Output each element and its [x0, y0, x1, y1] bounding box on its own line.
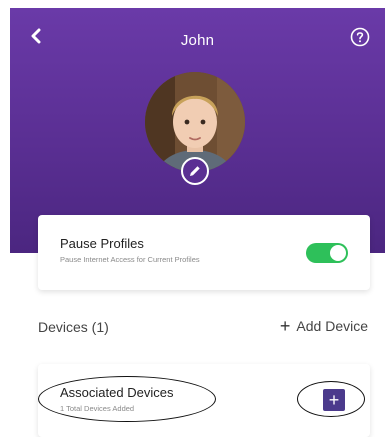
devices-heading: Devices (1) [38, 319, 109, 335]
question-circle-icon [350, 27, 370, 47]
associated-devices-card[interactable]: Associated Devices 1 Total Devices Added… [38, 364, 370, 437]
add-device-label: Add Device [296, 318, 368, 334]
pause-profiles-title: Pause Profiles [60, 236, 144, 251]
plus-icon: + [279, 316, 291, 336]
add-device-button[interactable]: + Add Device [279, 316, 368, 336]
pause-profiles-toggle[interactable] [306, 243, 348, 263]
page-title: John [180, 32, 215, 49]
add-associated-device-button[interactable]: + [323, 389, 345, 411]
plus-icon: + [328, 390, 340, 410]
toggle-knob [330, 245, 346, 261]
help-button[interactable] [349, 26, 371, 48]
associated-devices-subtitle: 1 Total Devices Added [60, 404, 135, 413]
associated-devices-title: Associated Devices [60, 385, 174, 400]
edit-avatar-button[interactable] [181, 157, 209, 185]
pencil-icon [190, 166, 200, 176]
pause-profiles-card: Pause Profiles Pause Internet Access for… [38, 215, 370, 290]
pause-profiles-subtitle: Pause Internet Access for Current Profil… [60, 255, 200, 264]
